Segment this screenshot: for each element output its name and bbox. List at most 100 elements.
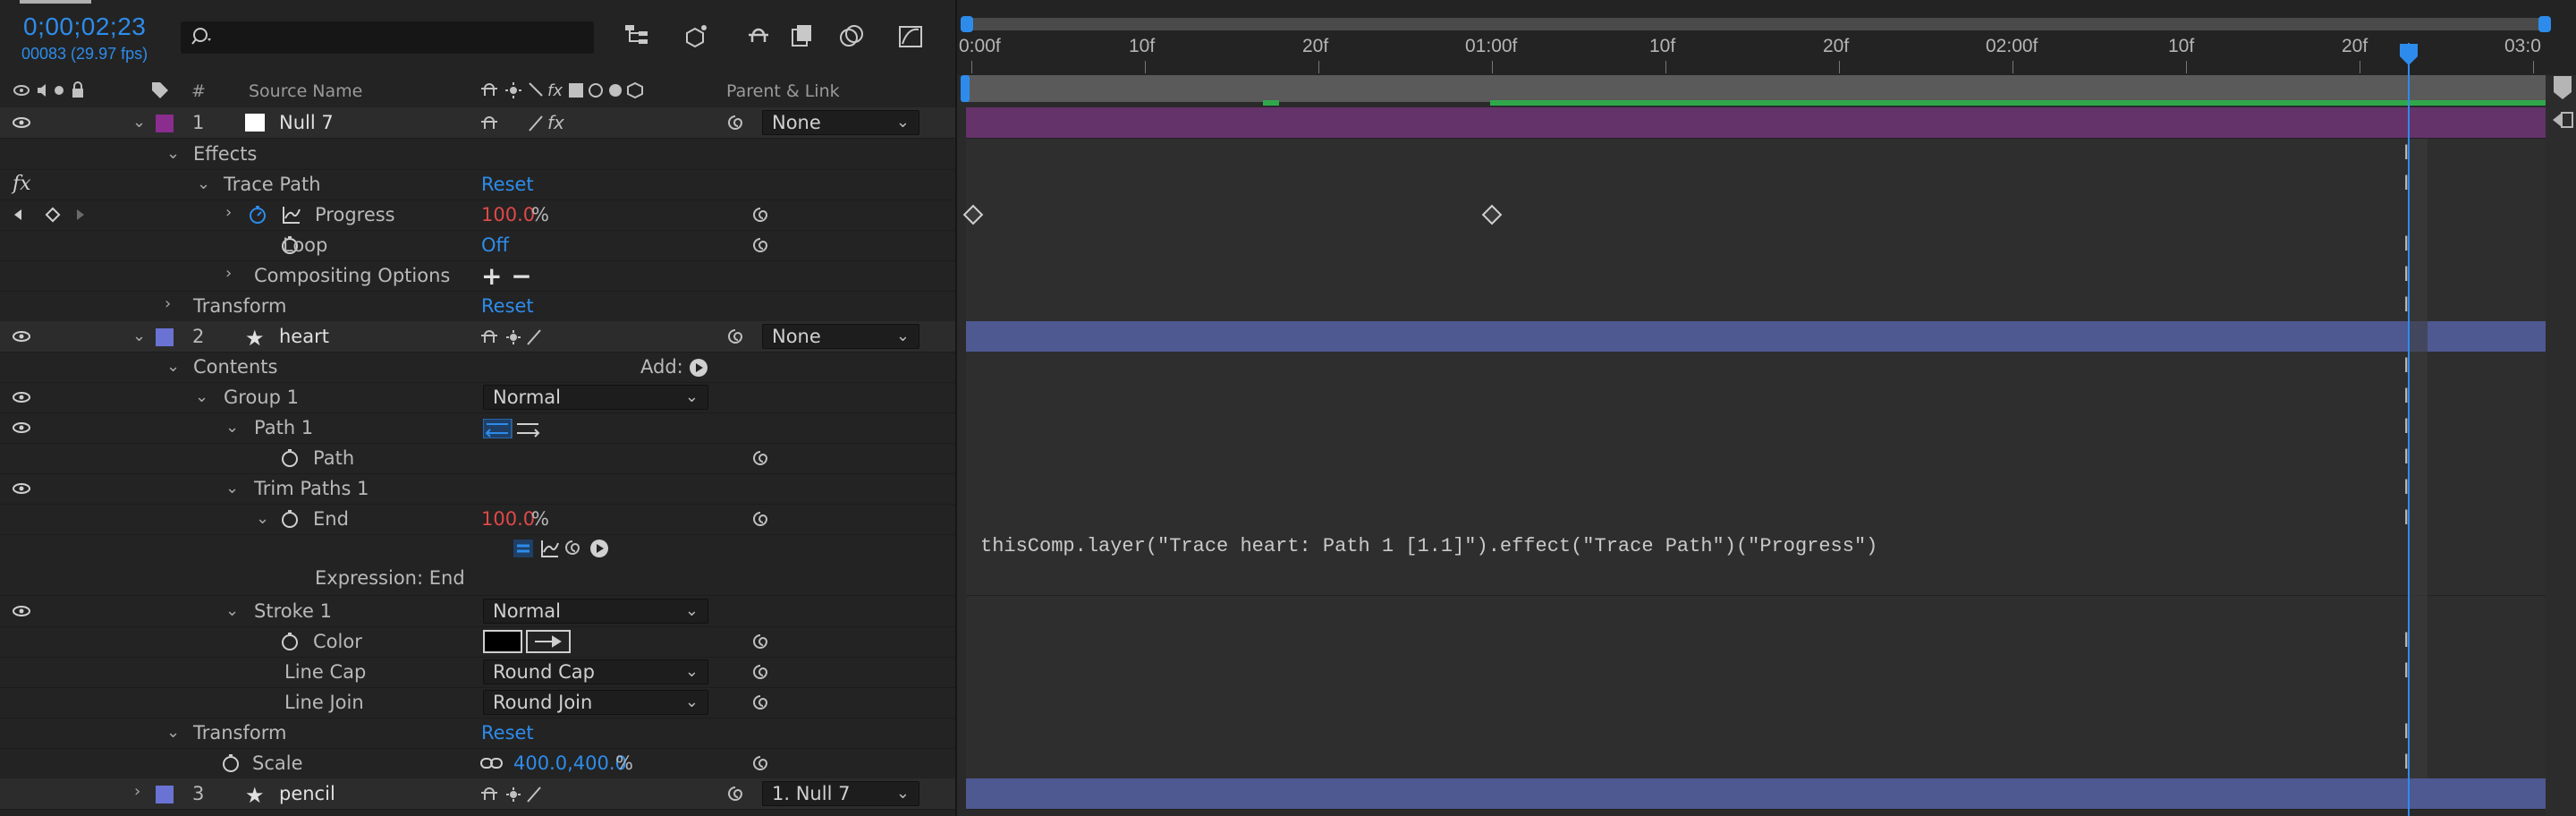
navigator-start-handle[interactable] — [961, 16, 973, 32]
line-cap-dropdown[interactable]: Round Cap ⌄ — [483, 659, 708, 684]
property-row-loop[interactable]: Loop Off — [0, 230, 957, 261]
chevron-down-icon[interactable]: ⌄ — [225, 418, 239, 437]
stopwatch-icon[interactable] — [220, 752, 242, 778]
pickwhip-icon[interactable] — [750, 509, 771, 532]
time-ruler[interactable]: 0:00f 10f 20f 01:00f 10f 20f 02:00f 10f … — [957, 0, 2576, 75]
trim-paths-row[interactable]: ⌄ Trim Paths 1 — [0, 473, 957, 505]
end-value[interactable]: 100.0 — [481, 504, 535, 534]
path-1-row[interactable]: ⌄ Path 1 — [0, 412, 957, 444]
reset-link[interactable]: Reset — [481, 718, 534, 748]
playhead-handle-icon[interactable] — [2399, 43, 2419, 70]
transform-group-row[interactable]: ⌄ Transform Reset — [0, 718, 957, 749]
layer-name[interactable]: pencil — [279, 778, 335, 809]
label-color-swatch[interactable] — [156, 786, 174, 803]
add-remove-mask-buttons[interactable]: + − — [481, 260, 532, 291]
chevron-down-icon[interactable]: ⌄ — [166, 357, 180, 376]
chevron-right-icon[interactable]: › — [225, 203, 232, 222]
reset-link[interactable]: Reset — [481, 169, 534, 200]
navigator-end-handle[interactable] — [2538, 16, 2551, 32]
visibility-eye-icon[interactable] — [13, 115, 30, 128]
group-1-row[interactable]: ⌄ Group 1 Normal ⌄ — [0, 382, 957, 413]
chevron-down-icon[interactable]: ⌄ — [166, 144, 180, 163]
composition-flowchart-icon[interactable] — [621, 20, 653, 52]
stroke-1-row[interactable]: ⌄ Stroke 1 Normal ⌄ — [0, 596, 957, 627]
layer-row-pencil[interactable]: › 3 ★ pencil 1. Null 7 ⌄ — [0, 778, 957, 810]
layer-switches-icons[interactable] — [479, 784, 551, 809]
loop-value[interactable]: Off — [481, 230, 509, 260]
layer-switches-icons[interactable]: fx — [479, 112, 578, 138]
expression-text[interactable]: thisComp.layer("Trace heart: Path 1 [1.1… — [980, 535, 1877, 557]
stopwatch-icon[interactable] — [279, 447, 301, 472]
motion-blur-icon[interactable] — [835, 20, 868, 52]
chevron-right-icon[interactable]: › — [225, 264, 232, 283]
expression-row[interactable]: Expression: End — [0, 534, 957, 596]
layer-switches-icons[interactable] — [479, 327, 551, 352]
contents-row[interactable]: ⌄ Contents Add: — [0, 352, 957, 383]
graph-editor-icon[interactable] — [894, 20, 927, 52]
constrain-proportions-link-icon[interactable] — [479, 755, 504, 775]
chevron-down-icon[interactable]: ⌄ — [225, 479, 239, 497]
pickwhip-icon[interactable] — [750, 662, 771, 685]
color-property-row[interactable]: Color — [0, 626, 957, 658]
effect-row-trace-path[interactable]: fx ⌄ Trace Path Reset — [0, 169, 957, 200]
keyframe-navigator-icons[interactable] — [13, 207, 84, 226]
layer-bar-pencil[interactable] — [966, 778, 2546, 810]
time-navigator-bar[interactable] — [964, 18, 2549, 30]
layer-row-null-7[interactable]: ⌄ 1 Null 7 fx None ⌄ — [0, 107, 957, 139]
reset-link[interactable]: Reset — [481, 291, 534, 321]
pickwhip-icon[interactable] — [750, 448, 771, 472]
work-area-start-handle[interactable] — [961, 75, 970, 102]
column-parent-link[interactable]: Parent & Link — [726, 81, 840, 101]
current-time[interactable]: 0;00;02;23 — [23, 13, 146, 41]
pickwhip-icon[interactable] — [750, 205, 771, 228]
property-row-progress[interactable]: › Progress 100.0 % — [0, 200, 957, 231]
column-source-name[interactable]: Source Name — [249, 81, 362, 101]
add-label[interactable]: Add: — [640, 352, 683, 382]
graph-icon[interactable] — [281, 204, 302, 229]
effects-group-row[interactable]: ⌄ Effects — [0, 139, 957, 170]
label-color-swatch[interactable] — [156, 328, 174, 346]
progress-value[interactable]: 100.0 — [481, 200, 535, 230]
chevron-down-icon[interactable]: ⌄ — [225, 601, 239, 620]
add-play-icon[interactable] — [689, 358, 708, 381]
pickwhip-icon[interactable] — [724, 113, 746, 136]
chevron-down-icon[interactable]: ⌄ — [195, 387, 208, 406]
pickwhip-icon[interactable] — [750, 753, 771, 777]
line-join-row[interactable]: Line Join Round Join ⌄ — [0, 687, 957, 718]
pickwhip-icon[interactable] — [750, 693, 771, 716]
draft-3d-icon[interactable] — [680, 20, 712, 52]
playhead-line[interactable] — [2408, 43, 2410, 816]
pickwhip-icon[interactable] — [750, 235, 771, 259]
composition-marker-bin-icon[interactable] — [2553, 75, 2572, 106]
chevron-down-icon[interactable]: ⌄ — [132, 327, 146, 345]
stopwatch-icon[interactable] — [247, 204, 268, 229]
pickwhip-icon[interactable] — [724, 327, 746, 350]
property-row-end[interactable]: ⌄ End 100.0 % — [0, 504, 957, 535]
work-area-bar[interactable] — [966, 75, 2546, 102]
layer-name[interactable]: Null 7 — [279, 107, 334, 138]
layer-name[interactable]: heart — [279, 321, 329, 352]
compositing-options-row[interactable]: › Compositing Options + − — [0, 260, 957, 292]
keyframe-marker[interactable] — [962, 204, 984, 225]
label-tag-icon[interactable] — [150, 81, 170, 105]
frame-blending-icon[interactable] — [787, 20, 819, 52]
effect-fx-icon[interactable]: fx — [13, 173, 31, 195]
line-join-dropdown[interactable]: Round Join ⌄ — [483, 690, 708, 715]
parent-dropdown[interactable]: None ⌄ — [762, 324, 919, 349]
chevron-down-icon[interactable]: ⌄ — [166, 723, 180, 742]
visibility-eye-icon[interactable] — [13, 329, 30, 342]
layer-row-heart[interactable]: ⌄ 2 ★ heart None ⌄ — [0, 321, 957, 353]
stopwatch-icon[interactable] — [279, 508, 301, 533]
keyframe-marker[interactable] — [1481, 204, 1503, 225]
parent-dropdown[interactable]: 1. Null 7 ⌄ — [762, 781, 919, 806]
expression-controls-icons[interactable] — [513, 538, 630, 563]
pickwhip-icon[interactable] — [750, 632, 771, 655]
path-direction-icons[interactable] — [482, 418, 544, 442]
visibility-eye-icon[interactable] — [13, 390, 30, 403]
layer-bar-heart[interactable] — [966, 321, 2546, 353]
chevron-down-icon[interactable]: ⌄ — [197, 174, 210, 193]
search-input[interactable] — [181, 21, 594, 54]
parent-dropdown[interactable]: None ⌄ — [762, 110, 919, 135]
visibility-eye-icon[interactable] — [13, 481, 30, 494]
chevron-down-icon[interactable]: ⌄ — [132, 113, 146, 132]
